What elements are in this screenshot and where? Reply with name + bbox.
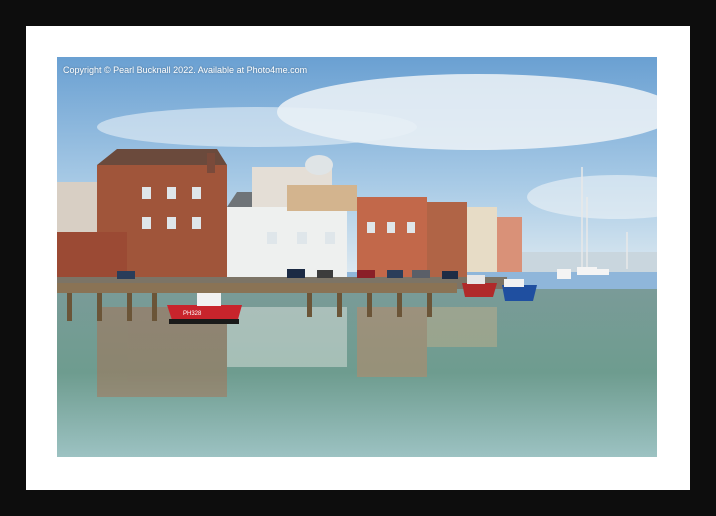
harbour-scene: PH328 <box>57 57 657 457</box>
cloud <box>97 107 417 147</box>
building-brick-2 <box>427 202 467 277</box>
building-pink <box>497 217 522 272</box>
picture-mount: PH328 Copyright © Pearl Bucknall 2022. A… <box>26 26 690 490</box>
picture-frame: PH328 Copyright © Pearl Bucknall 2022. A… <box>0 0 716 516</box>
dome <box>305 155 333 175</box>
boat-registration: PH328 <box>183 311 202 317</box>
pier-deck <box>57 283 457 293</box>
building-tan <box>287 185 357 211</box>
building-cream <box>467 207 497 272</box>
pub-lower <box>57 232 127 277</box>
building-red <box>357 197 427 277</box>
blue-boat <box>502 279 537 301</box>
harbour-photo: PH328 Copyright © Pearl Bucknall 2022. A… <box>57 57 657 457</box>
chimney <box>207 153 215 173</box>
copyright-watermark: Copyright © Pearl Bucknall 2022. Availab… <box>63 65 308 75</box>
